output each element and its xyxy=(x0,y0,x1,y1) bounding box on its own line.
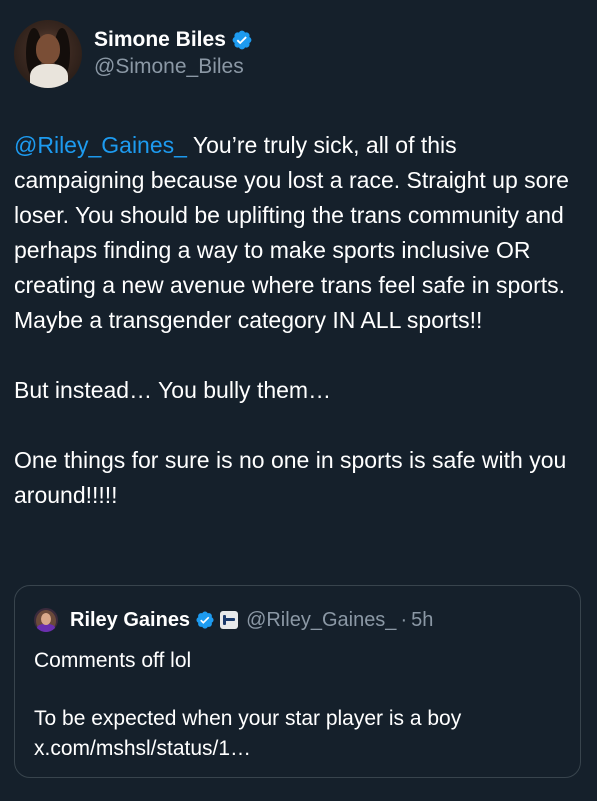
tweet-paragraph-1: @Riley_Gaines_ You’re truly sick, all of… xyxy=(14,128,586,338)
mention-link[interactable]: @Riley_Gaines_ xyxy=(14,132,187,158)
tweet-header: Simone Biles @Simone_Biles xyxy=(14,20,253,88)
quoted-tweet[interactable]: Riley Gaines @Riley_Gaines_ · 5h Comment… xyxy=(14,585,581,778)
separator-dot: · xyxy=(400,608,408,631)
tweet-paragraph-1-text: You’re truly sick, all of this campaigni… xyxy=(14,132,569,333)
author-avatar[interactable] xyxy=(14,20,82,88)
verified-badge-icon xyxy=(196,611,214,629)
tweet-paragraph-2: But instead… You bully them… xyxy=(14,377,332,403)
author-names: Simone Biles @Simone_Biles xyxy=(94,27,253,81)
tweet-paragraph-3: One things for sure is no one in sports … xyxy=(14,447,567,508)
quoted-tweet-line-2: To be expected when your star player is … xyxy=(34,704,564,764)
affiliate-badge-icon[interactable] xyxy=(220,611,239,629)
quoted-tweet-line-2-text: To be expected when your star player is … xyxy=(34,707,462,730)
author-display-name[interactable]: Simone Biles xyxy=(94,27,226,53)
quoted-author-avatar[interactable] xyxy=(34,608,58,632)
tweet-text: @Riley_Gaines_ You’re truly sick, all of… xyxy=(14,128,586,513)
author-handle[interactable]: @Simone_Biles xyxy=(94,53,253,81)
quoted-author-display-name[interactable]: Riley Gaines xyxy=(70,609,190,632)
quoted-tweet-line-1: Comments off lol xyxy=(34,649,192,672)
quoted-author-handle[interactable]: @Riley_Gaines_ xyxy=(246,609,396,632)
quoted-tweet-text: Comments off lol To be expected when you… xyxy=(34,646,564,764)
verified-badge-icon xyxy=(232,30,252,50)
tweet-card[interactable]: Simone Biles @Simone_Biles @Riley_Gaines… xyxy=(0,0,597,801)
quoted-tweet-header: Riley Gaines @Riley_Gaines_ · 5h xyxy=(34,608,433,632)
quoted-tweet-link[interactable]: x.com/mshsl/status/1… xyxy=(34,737,251,760)
quoted-tweet-timestamp[interactable]: 5h xyxy=(411,609,433,632)
